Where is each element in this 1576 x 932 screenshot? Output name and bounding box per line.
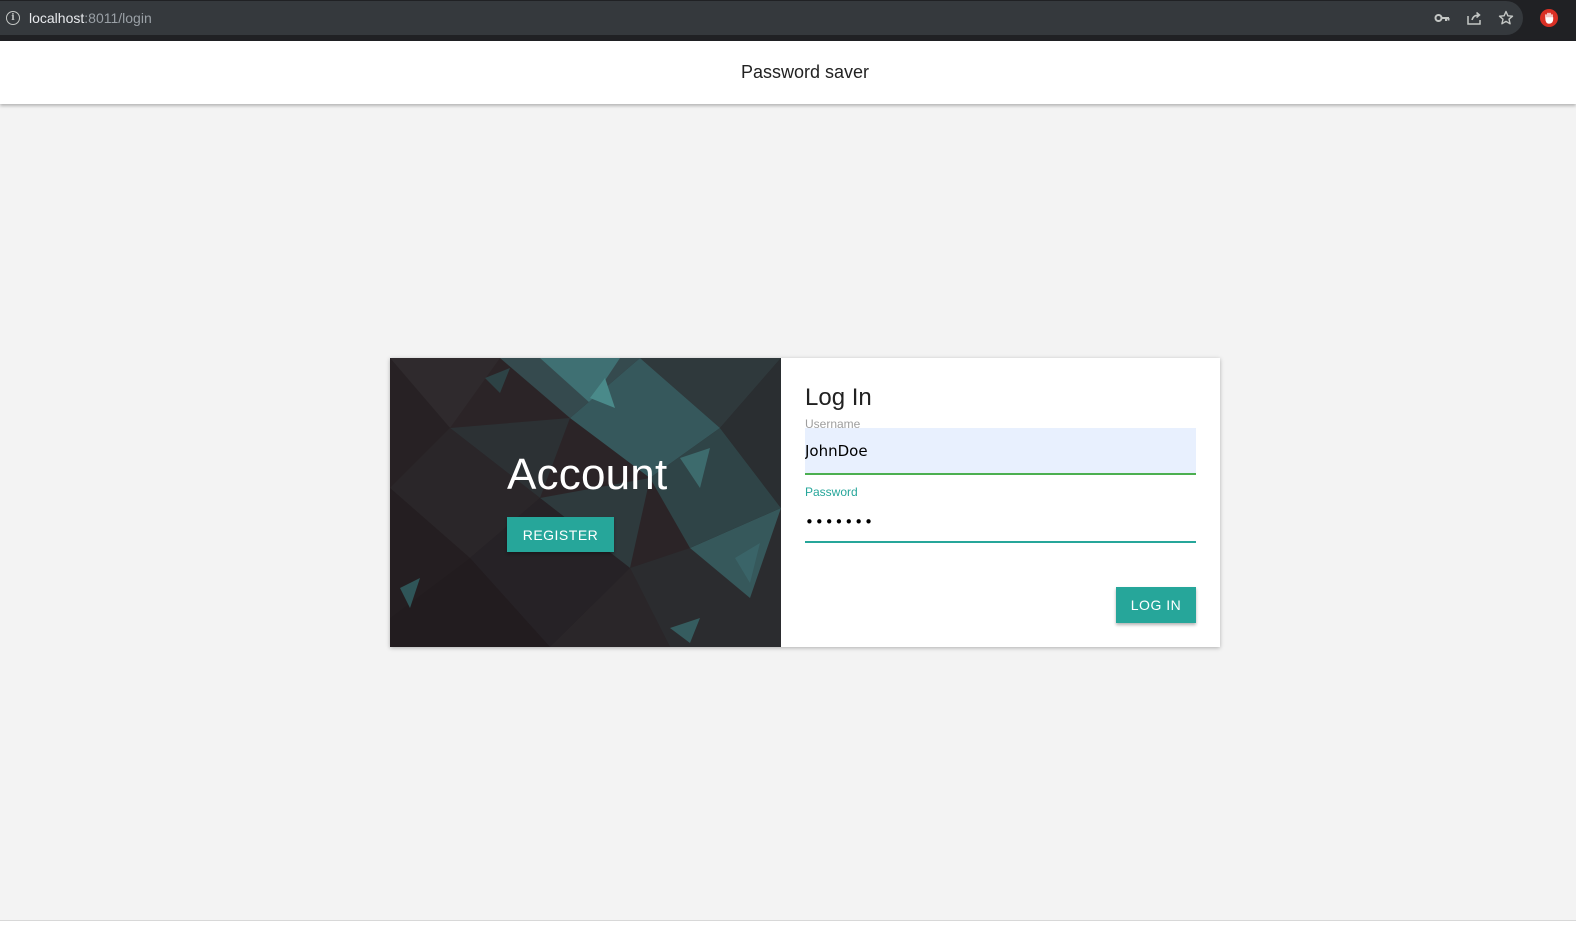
app-header: Password saver	[0, 41, 1576, 104]
login-title: Log In	[805, 384, 872, 411]
app-title: Password saver	[740, 62, 870, 82]
account-panel: Account REGISTER	[390, 358, 781, 647]
login-form: Log In Username Password LOG IN	[781, 358, 1220, 647]
url-host: localhost	[29, 10, 85, 26]
key-icon[interactable]	[1433, 9, 1451, 27]
password-label: Password	[805, 485, 858, 499]
login-button[interactable]: LOG IN	[1116, 587, 1196, 623]
share-icon[interactable]	[1465, 9, 1483, 27]
url-text[interactable]: localhost:8011/login	[29, 10, 152, 26]
info-icon[interactable]: i	[6, 11, 20, 25]
polygon-background	[390, 358, 781, 647]
address-bar[interactable]: i localhost:8011/login	[0, 1, 1523, 35]
footer	[0, 921, 1576, 932]
extension-hand-icon[interactable]	[1540, 9, 1558, 27]
browser-toolbar: i localhost:8011/login	[0, 0, 1576, 41]
login-card: Account REGISTER Log In Username Passwor…	[390, 358, 1220, 647]
username-input[interactable]	[805, 428, 1196, 475]
password-input[interactable]	[805, 503, 1196, 543]
account-title: Account	[507, 450, 668, 499]
star-icon[interactable]	[1497, 9, 1515, 27]
register-button[interactable]: REGISTER	[507, 517, 614, 552]
url-path: :8011/login	[84, 10, 152, 26]
